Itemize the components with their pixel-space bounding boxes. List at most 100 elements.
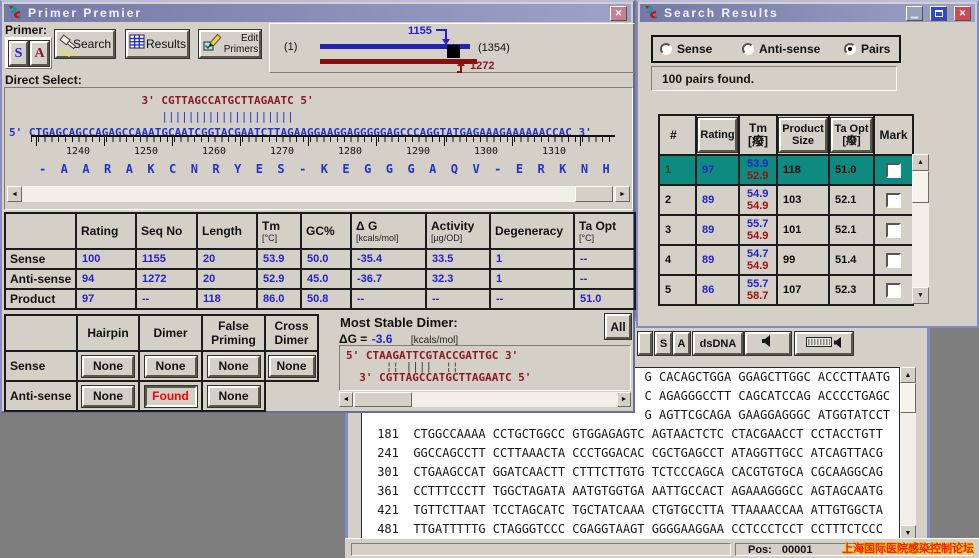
radio-antisense[interactable]: Anti-sense bbox=[742, 42, 820, 56]
sense-false-priming-button[interactable]: None bbox=[208, 356, 260, 377]
results-grid-icon bbox=[129, 34, 145, 54]
radio-pairs[interactable]: Pairs bbox=[844, 42, 890, 56]
sense-primer-label: S bbox=[15, 46, 23, 62]
scroll-up-button[interactable]: ▲ bbox=[912, 154, 929, 171]
rating-sort-button[interactable]: Rating bbox=[698, 118, 737, 152]
dsdna-button[interactable]: dsDNA bbox=[693, 332, 743, 355]
minimize-icon: ▁ bbox=[911, 8, 918, 19]
primer-stats-table: Rating Seq No Length Tm[°C] GC% Δ G[kcal… bbox=[4, 212, 636, 310]
antisense-strand-label: A bbox=[678, 338, 686, 350]
delta-g-value: -3.6 bbox=[372, 332, 393, 346]
ruler-tick-label: 1300 bbox=[469, 146, 503, 157]
sense-strand-button[interactable]: S bbox=[655, 332, 672, 355]
radio-sense[interactable]: Sense bbox=[660, 42, 712, 56]
scroll-right-button[interactable]: ► bbox=[617, 392, 631, 407]
close-button[interactable]: ✕ bbox=[610, 6, 627, 21]
stats-row-sense[interactable]: Sense 10011552053.950.0-35.433.51-- bbox=[5, 249, 635, 269]
result-row[interactable]: 4 89 54.754.9 99 51.4 bbox=[659, 245, 913, 275]
maximize-button[interactable] bbox=[930, 6, 947, 21]
scroll-thumb[interactable] bbox=[912, 171, 929, 203]
sense-hairpin-button[interactable]: None bbox=[82, 356, 134, 377]
result-row[interactable]: 3 89 55.754.9 101 52.1 bbox=[659, 215, 913, 245]
scroll-down-button[interactable]: ▼ bbox=[912, 287, 929, 304]
col-header: False Priming bbox=[203, 319, 264, 347]
mark-checkbox[interactable] bbox=[886, 193, 901, 208]
flashlight-icon bbox=[57, 33, 83, 64]
mark-checkbox[interactable] bbox=[886, 163, 901, 178]
result-row[interactable]: 2 89 54.954.9 103 52.1 bbox=[659, 185, 913, 215]
speaker-icon bbox=[834, 335, 843, 353]
antisense-primer-pos-label: 1272 bbox=[470, 60, 494, 72]
desktop: S A dsDNA G CACAGCTGGA GGAGCTTGGC ACCCTT… bbox=[0, 0, 979, 558]
mark-checkbox[interactable] bbox=[886, 223, 901, 238]
main-title-bar[interactable]: Primer Premier ✕ bbox=[4, 4, 631, 22]
scroll-left-button[interactable]: ◄ bbox=[7, 186, 22, 202]
keyboard-speaker-button[interactable] bbox=[795, 332, 853, 355]
search-results-title-bar[interactable]: Search Results ▁ ✕ bbox=[640, 4, 975, 22]
product-size-sort-button[interactable]: ProductSize bbox=[779, 118, 827, 152]
radio-circle bbox=[742, 43, 754, 55]
ta-opt-sort-button[interactable]: Ta Opt[癈] bbox=[831, 118, 872, 152]
search-window-title: Search Results bbox=[664, 6, 901, 20]
scroll-up-button[interactable]: ▲ bbox=[900, 367, 916, 383]
result-row[interactable]: 5 86 55.758.7 107 52.3 bbox=[659, 275, 913, 305]
mark-checkbox[interactable] bbox=[886, 283, 901, 298]
col-header: Rating bbox=[81, 224, 135, 238]
maximize-icon bbox=[935, 10, 943, 17]
mark-checkbox[interactable] bbox=[886, 253, 901, 268]
antisense-primer-arrow-icon bbox=[456, 60, 468, 79]
amplicon-box bbox=[447, 45, 460, 58]
results-vscrollbar[interactable]: ▲ ▼ bbox=[912, 154, 929, 304]
col-header: GC% bbox=[306, 224, 350, 238]
results-count-text: 100 pairs found. bbox=[662, 72, 754, 86]
dimer-hscrollbar[interactable]: ◄ ► bbox=[339, 392, 631, 407]
edit-primers-button[interactable]: Edit Primers bbox=[199, 30, 261, 58]
search-button[interactable]: Search bbox=[55, 30, 115, 58]
app-icon bbox=[8, 5, 23, 22]
direct-select-hscrollbar[interactable]: ◄ ► bbox=[7, 186, 630, 202]
antisense-false-priming-button[interactable]: None bbox=[208, 386, 260, 407]
results-button[interactable]: Results bbox=[126, 30, 189, 58]
antisense-primer-label: A bbox=[34, 46, 44, 62]
scroll-thumb[interactable] bbox=[575, 186, 613, 202]
stats-row-antisense[interactable]: Anti-sense 9412722052.945.0-36.732.31-- bbox=[5, 269, 635, 289]
speaker-button[interactable] bbox=[745, 332, 791, 355]
sense-cross-dimer-button[interactable]: None bbox=[269, 356, 315, 377]
antisense-hairpin-button[interactable]: None bbox=[82, 386, 134, 407]
all-dimers-button[interactable]: All bbox=[605, 314, 631, 339]
scroll-thumb[interactable] bbox=[354, 392, 412, 407]
antisense-dimer-button[interactable]: Found bbox=[145, 386, 197, 407]
pos-value: 00001 bbox=[782, 544, 813, 556]
edit-pencil-icon bbox=[202, 32, 222, 57]
close-button[interactable]: ✕ bbox=[954, 6, 971, 21]
pairs-results-table: # Rating Tm[癈] ProductSize Ta Opt[癈] Mar… bbox=[658, 114, 914, 306]
primer-label: Primer: bbox=[5, 23, 47, 37]
minimize-button[interactable]: ▁ bbox=[906, 6, 923, 21]
basepair-match-bars: |||||||||||||||||||| bbox=[9, 110, 294, 123]
antisense-primer-sequence[interactable]: 3' CGTTAGCCATGCTTAGAATC 5' bbox=[9, 94, 314, 107]
stats-row-product[interactable]: Product 97--11886.050.8------51.0 bbox=[5, 289, 635, 309]
sense-dimer-button[interactable]: None bbox=[145, 356, 197, 377]
scroll-right-button[interactable]: ► bbox=[615, 186, 630, 202]
pos-label: Pos: bbox=[748, 544, 772, 556]
toolbar-partial-button[interactable] bbox=[638, 332, 652, 355]
col-header: Length bbox=[202, 224, 256, 238]
all-label: All bbox=[610, 320, 625, 334]
antisense-primer-button[interactable]: A bbox=[30, 41, 49, 66]
sequence-line: 421TGTTCTTAAT TCCTAGCATC TGCTATCAAA CTGT… bbox=[370, 503, 899, 522]
antisense-strand-button[interactable]: A bbox=[673, 332, 690, 355]
ruler-tick-label: 1270 bbox=[265, 146, 299, 157]
scroll-thumb[interactable] bbox=[900, 383, 916, 413]
radio-sense-label: Sense bbox=[677, 42, 712, 56]
result-row-selected[interactable]: 1 97 53.952.9 118 51.0 bbox=[659, 155, 913, 185]
sequence-vscrollbar[interactable]: ▲ ▼ bbox=[900, 367, 916, 541]
ruler-tick-label: 1290 bbox=[401, 146, 435, 157]
app-icon bbox=[644, 5, 659, 22]
col-header: Ta Opt bbox=[579, 219, 634, 233]
sense-primer-button[interactable]: S bbox=[9, 41, 28, 66]
edit-label-1: Edit bbox=[224, 33, 258, 44]
direct-select-label: Direct Select: bbox=[5, 73, 82, 87]
radio-circle-selected bbox=[844, 43, 856, 55]
ruler-tick-label: 1240 bbox=[61, 146, 95, 157]
search-results-window: Search Results ▁ ✕ Sense Anti-sense Pair… bbox=[636, 0, 979, 328]
